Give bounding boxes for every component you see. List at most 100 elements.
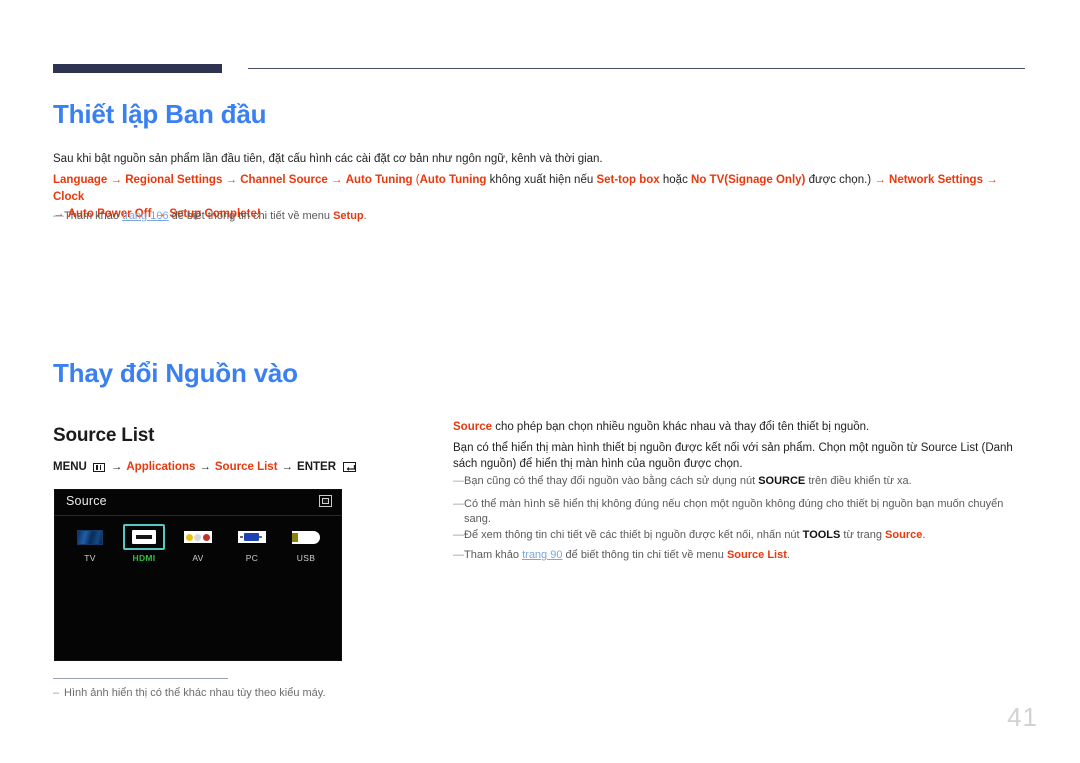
hdmi-icon-box-selected — [123, 524, 165, 550]
flow-text-2: hoặc — [659, 174, 692, 186]
section-heading-initial-setup: Thiết lập Ban đầu — [53, 99, 267, 129]
source-panel-header: Source — [55, 490, 341, 516]
flow-no-tv-signage: No TV(Signage Only) — [691, 174, 806, 186]
right-paragraph-2: Bạn có thể hiển thị màn hình thiết bị ng… — [453, 442, 1013, 470]
note-dash: — — [453, 498, 464, 510]
flow-network-settings: Network Settings — [889, 174, 983, 186]
flow-regional-settings: Regional Settings — [125, 174, 223, 186]
note-dash: — — [453, 529, 464, 541]
note-tools-post: . — [922, 529, 926, 541]
source-label-hdmi: HDMI — [132, 553, 156, 563]
header-thin-line — [248, 68, 1025, 69]
note-tools-button: — Để xem thông tin chi tiết về các thiết… — [453, 528, 1028, 543]
note-dash: — — [53, 210, 64, 222]
note-remote-post: trên điều khiển từ xa. — [805, 475, 912, 487]
note-tools-pre: Để xem thông tin chi tiết về các thiết b… — [464, 529, 803, 541]
caption-note-dash: – — [53, 687, 60, 699]
source-list-screenshot: Source TV HDMI AV PC USB — [54, 489, 342, 661]
note-remote-text: Bạn cũng có thể thay đổi nguồn vào bằng … — [464, 474, 1028, 489]
note-wrong-text: Có thể màn hình sẽ hiển thị không đúng n… — [464, 498, 1004, 525]
source-item-usb[interactable]: USB — [285, 524, 327, 563]
menu-path-source-list[interactable]: Source List — [215, 461, 278, 473]
menu-path-arrow-3: → — [281, 461, 294, 473]
sub-heading-source-list: Source List — [53, 425, 155, 446]
minimize-window-icon[interactable] — [319, 495, 332, 507]
note-tools-mid: từ trang — [840, 529, 886, 541]
tv-screen-icon — [77, 529, 103, 545]
note-tools-text: Để xem thông tin chi tiết về các thiết b… — [464, 528, 1028, 543]
intro-text: Sau khi bật nguồn sản phẩm lần đầu tiên,… — [53, 153, 603, 165]
menu-path-applications[interactable]: Applications — [126, 461, 195, 473]
hdmi-connector-icon — [132, 530, 156, 544]
flow-arrow-1: → — [110, 174, 123, 186]
note-page90-red: Source List — [726, 549, 787, 561]
enter-return-icon — [343, 462, 357, 472]
note-setup-pre: Tham khảo — [64, 210, 123, 222]
flow-clock: Clock — [53, 191, 85, 203]
menu-path-enter: ENTER — [297, 461, 337, 473]
flow-arrow-4: → — [874, 174, 886, 186]
flow-text-1: không xuất hiện nếu — [486, 174, 597, 186]
flow-arrow-2: → — [225, 174, 238, 186]
source-label-av: AV — [192, 553, 204, 563]
note-dash: — — [453, 549, 464, 561]
intro-paragraph: Sau khi bật nguồn sản phẩm lần đầu tiên,… — [53, 151, 1013, 167]
rc-p1-text: cho phép bạn chọn nhiều nguồn khác nhau … — [492, 421, 870, 433]
menu-path-arrow-2: → — [199, 461, 211, 473]
pc-icon-box — [231, 524, 273, 550]
source-items-row: TV HDMI AV PC USB — [55, 516, 341, 563]
source-item-tv[interactable]: TV — [69, 524, 111, 563]
source-label-pc: PC — [245, 553, 259, 563]
vga-connector-icon — [238, 531, 266, 543]
av-rca-jacks-icon — [184, 531, 212, 543]
flow-auto-tuning: Auto Tuning — [345, 174, 413, 186]
menu-navigation-path: MENU → Applications → Source List → ENTE… — [53, 461, 357, 473]
note-setup-mid: để biết thông tin chi tiết về menu — [168, 210, 334, 222]
caption-note: – Hình ảnh hiển thị có thể khác nhau tùy… — [53, 686, 513, 701]
tv-icon-box — [69, 524, 111, 550]
note-setup-text: Tham khảo trang 106 để biết thông tin ch… — [64, 209, 553, 224]
note-wrong-source-warning: — Có thể màn hình sẽ hiển thị không đúng… — [453, 497, 1028, 527]
rc-p1-strong: Source — [453, 421, 492, 433]
note-remote-pre: Bạn cũng có thể thay đổi nguồn vào bằng … — [464, 475, 759, 487]
flow-language: Language — [53, 174, 108, 186]
menu-label: MENU — [53, 461, 87, 473]
menu-grid-icon — [92, 462, 105, 472]
page-header-rule — [53, 64, 1025, 74]
flow-text-3: được chọn.) — [805, 174, 872, 186]
note-dash: — — [453, 475, 464, 487]
av-icon-box — [177, 524, 219, 550]
flow-arrow-3: → — [331, 174, 343, 186]
page-number: 41 — [1007, 702, 1038, 732]
note-setup-reference: — Tham khảo trang 106 để biết thông tin … — [53, 209, 553, 224]
source-item-av[interactable]: AV — [177, 524, 219, 563]
note-page90-pre: Tham khảo — [464, 549, 523, 561]
flow-arrow-5: → — [986, 174, 998, 186]
note-page90-text: Tham khảo trang 90 để biết thông tin chi… — [464, 548, 1028, 563]
section-heading-change-input-source: Thay đổi Nguồn vào — [53, 358, 298, 388]
note-setup-post: . — [363, 210, 367, 222]
note-tools-red: Source — [885, 529, 923, 541]
source-panel-title: Source — [66, 494, 107, 508]
source-item-hdmi[interactable]: HDMI — [123, 524, 165, 563]
link-trang-106[interactable]: trang 106 — [122, 210, 168, 222]
note-tools-strong: TOOLS — [802, 529, 841, 541]
source-label-tv: TV — [84, 553, 96, 563]
usb-connector-icon — [292, 530, 320, 544]
note-page90-post: . — [786, 549, 790, 561]
note-source-list-reference: — Tham khảo trang 90 để biết thông tin c… — [453, 548, 1028, 563]
note-page90-mid: để biết thông tin chi tiết về menu — [562, 549, 727, 561]
header-accent-block — [53, 64, 222, 73]
flow-auto-tuning-2: Auto Tuning — [419, 174, 487, 186]
flow-set-top-box: Set-top box — [596, 174, 660, 186]
link-trang-90[interactable]: trang 90 — [522, 549, 562, 561]
right-paragraph-1: Source cho phép bạn chọn nhiều nguồn khá… — [453, 419, 1028, 435]
source-label-usb: USB — [296, 553, 316, 563]
usb-icon-box — [285, 524, 327, 550]
note-remote-source-button: — Bạn cũng có thể thay đổi nguồn vào bằn… — [453, 474, 1028, 489]
flow-channel-source: Channel Source — [240, 174, 328, 186]
menu-path-arrow-1: → — [110, 461, 123, 473]
note-remote-strong: SOURCE — [758, 475, 806, 487]
source-item-pc[interactable]: PC — [231, 524, 273, 563]
caption-note-text: Hình ảnh hiển thị có thể khác nhau tùy t… — [64, 687, 326, 699]
